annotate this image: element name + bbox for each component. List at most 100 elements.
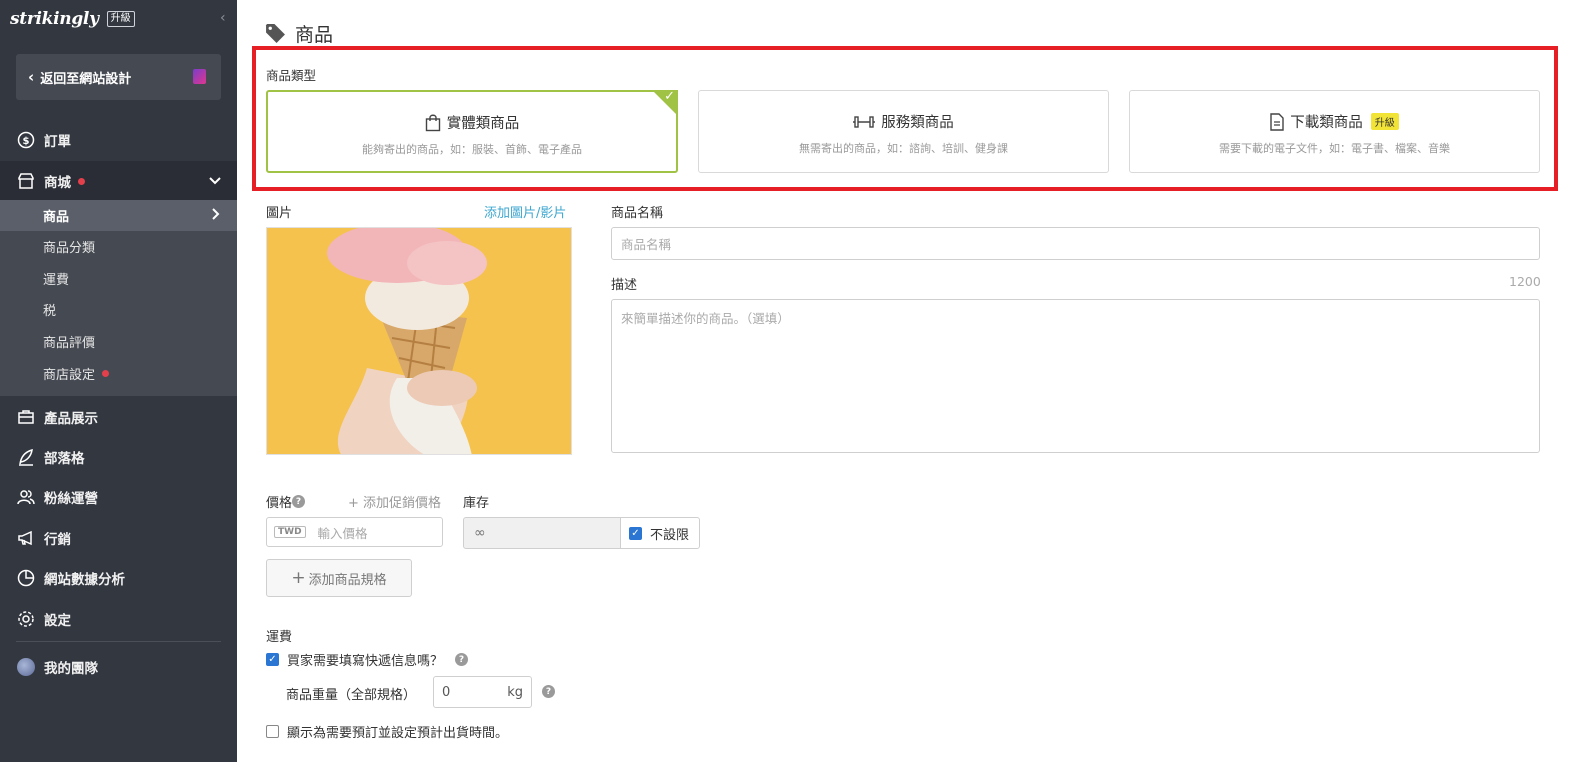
download-description: 需要下載的電子文件，如：電子書、檔案、音樂 (1219, 142, 1450, 155)
weight-input[interactable]: 0 kg (433, 676, 532, 708)
users-icon (16, 487, 36, 507)
nav-blog-label: 部落格 (44, 451, 85, 467)
tag-icon (265, 23, 286, 44)
stock-label: 庫存 (463, 496, 490, 511)
product-name-input[interactable]: 商品名稱 (611, 227, 1540, 260)
submenu-categories[interactable]: 商品分類 (0, 231, 237, 262)
back-button-label: 返回至網站設計 (40, 71, 132, 87)
chevron-down-icon (209, 174, 221, 189)
site-thumbnail-icon (193, 69, 206, 84)
nav-orders-label: 訂單 (44, 134, 71, 150)
weight-value: 0 (442, 684, 451, 700)
physical-description: 能夠寄出的商品，如：服裝、首飾、電子產品 (362, 143, 582, 156)
add-media-link[interactable]: 添加圖片/影片 (484, 202, 566, 221)
shipping-label: 運費 (266, 630, 293, 645)
notification-dot (102, 370, 110, 377)
back-to-site-design-button[interactable]: ‹ 返回至網站設計 (16, 54, 221, 100)
image-label: 圖片 (266, 206, 293, 221)
shipping-info-label: 買家需要填寫快遞信息嗎？ (287, 654, 444, 669)
nav-analytics[interactable]: 網站數據分析 (0, 558, 237, 598)
checkbox-checked-icon[interactable]: ✓ (266, 653, 279, 666)
nav-audience[interactable]: 粉絲運營 (0, 477, 237, 517)
sidebar-divider (16, 641, 221, 642)
nav-portfolio-label: 產品展示 (44, 411, 98, 427)
help-icon[interactable]: ? (292, 495, 306, 508)
plus-icon: + (291, 568, 306, 588)
page-title: 商品 (265, 20, 333, 47)
checkbox-unchecked-icon[interactable] (266, 725, 279, 738)
page-title-text: 商品 (295, 24, 334, 46)
price-label: 價格 (266, 496, 293, 511)
help-icon[interactable]: ? (455, 653, 469, 666)
main-content: 商品 商品類型 實體類商品 能夠寄出的商品，如：服裝、首飾、電子產品 ✓ 服務類… (237, 0, 1591, 762)
submenu-products[interactable]: 商品 (0, 200, 237, 231)
nav-my-team-label: 我的團隊 (44, 661, 98, 677)
description-placeholder: 來簡單描述你的商品。（選填） (621, 311, 790, 326)
unlimited-label: 不設限 (650, 527, 690, 543)
description-label: 描述 (611, 278, 638, 293)
preorder-row[interactable]: 顯示為需要預訂並設定預計出貨時間。 (266, 722, 508, 741)
quill-icon (16, 447, 36, 467)
nav-marketing-label: 行銷 (44, 532, 71, 548)
stock-input[interactable]: ∞ (463, 517, 621, 549)
svg-text:$: $ (23, 136, 30, 147)
submenu-reviews[interactable]: 商品評價 (0, 326, 237, 357)
submenu-shipping[interactable]: 運費 (0, 263, 237, 294)
product-type-service[interactable]: 服務類商品 無需寄出的商品，如：諮詢、培訓、健身課 (698, 90, 1109, 173)
help-icon[interactable]: ? (542, 685, 555, 698)
shipping-info-row[interactable]: ✓ 買家需要填寫快遞信息嗎？ ? (266, 650, 469, 669)
description-textarea[interactable]: 來簡單描述你的商品。（選填） (611, 299, 1540, 453)
nav-marketing[interactable]: 行銷 (0, 518, 237, 558)
nav-audience-label: 粉絲運營 (44, 491, 98, 507)
product-name-placeholder: 商品名稱 (621, 237, 672, 252)
currency-badge: TWD (274, 526, 306, 538)
download-title: 下載類商品 (1290, 115, 1363, 131)
submenu-tax[interactable]: 税 (0, 294, 237, 325)
nav-store-label: 商城 (44, 175, 71, 191)
product-type-label: 商品類型 (266, 68, 317, 83)
notification-dot (78, 177, 85, 185)
submenu-reviews-label: 商品評價 (43, 336, 96, 351)
service-title: 服務類商品 (881, 115, 954, 131)
unlimited-checkbox[interactable]: ✓ 不設限 (620, 517, 700, 549)
upgrade-tag[interactable]: 升級 (106, 11, 135, 27)
chevron-left-icon: ‹ (28, 68, 35, 86)
nav-settings[interactable]: 設定 (0, 599, 237, 639)
upgrade-badge: 升級 (1370, 113, 1399, 130)
physical-title: 實體類商品 (446, 116, 520, 132)
dumbbell-icon (853, 115, 876, 129)
submenu-tax-label: 税 (43, 304, 57, 319)
ice-cream-photo (267, 228, 571, 454)
submenu-products-label: 商品 (43, 210, 70, 225)
add-promo-price-link[interactable]: + 添加促銷價格 (348, 492, 441, 511)
chevron-right-icon (212, 207, 220, 224)
strikingly-logo[interactable]: strikingly (10, 9, 99, 29)
briefcase-icon (16, 407, 36, 427)
collapse-sidebar-icon[interactable]: ‹ (220, 10, 226, 26)
nav-blog[interactable]: 部落格 (0, 437, 237, 477)
check-icon: ✓ (664, 89, 675, 104)
add-variant-button[interactable]: + 添加商品規格 (266, 559, 412, 597)
price-placeholder: 輸入價格 (317, 525, 368, 541)
add-variant-label: 添加商品規格 (308, 572, 387, 588)
nav-store[interactable]: 商城 (0, 161, 237, 201)
weight-label: 商品重量（全部規格） (286, 688, 417, 703)
sidebar: strikingly 升級 ‹ ‹ 返回至網站設計 $ 訂單 商城 商品 商品分… (0, 0, 237, 762)
product-type-download[interactable]: 下載類商品 升級 需要下載的電子文件，如：電子書、檔案、音樂 (1129, 90, 1540, 173)
weight-unit: kg (507, 684, 523, 700)
nav-my-team[interactable]: 我的團隊 (0, 647, 237, 687)
product-image[interactable] (266, 227, 572, 455)
gear-icon (16, 609, 36, 629)
checkbox-checked-icon: ✓ (629, 526, 642, 540)
price-input[interactable]: TWD 輸入價格 (266, 517, 443, 547)
product-name-label: 商品名稱 (611, 206, 664, 221)
document-icon (1270, 112, 1284, 131)
submenu-categories-label: 商品分類 (43, 241, 96, 256)
store-icon (16, 171, 36, 191)
stock-value: ∞ (474, 525, 486, 541)
nav-orders[interactable]: $ 訂單 (0, 120, 237, 160)
product-type-physical[interactable]: 實體類商品 能夠寄出的商品，如：服裝、首飾、電子產品 ✓ (266, 89, 678, 173)
store-submenu: 商品 商品分類 運費 税 商品評價 商店設定 (0, 200, 237, 396)
submenu-store-settings[interactable]: 商店設定 (0, 358, 237, 389)
nav-portfolio[interactable]: 產品展示 (0, 397, 237, 437)
